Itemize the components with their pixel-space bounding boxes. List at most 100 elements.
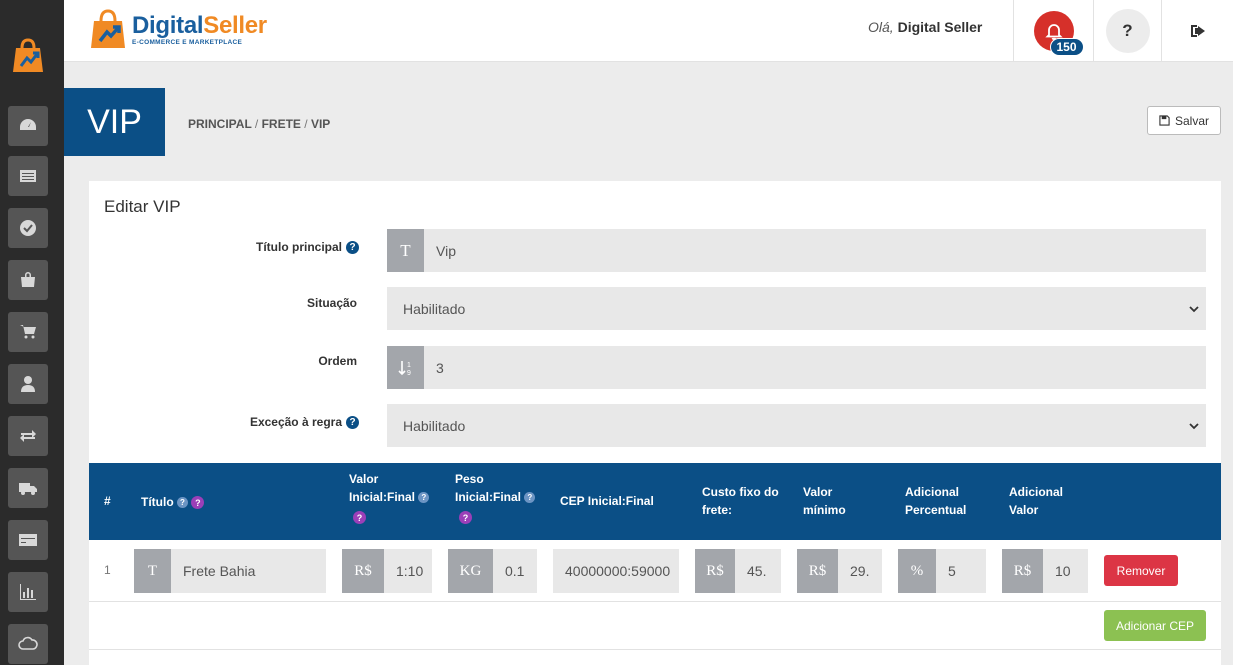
breadcrumb: PRINCIPAL / FRETE / VIP [188, 117, 330, 131]
greeting-prefix: Olá, [868, 19, 894, 35]
percentual-cell[interactable]: % 5 [898, 549, 986, 593]
col-valor-line2: Inicial:Final [349, 490, 416, 504]
custo-prefix: R$ [695, 549, 735, 593]
breadcrumb-item-principal[interactable]: PRINCIPAL [188, 117, 252, 131]
col-num: # [104, 494, 111, 508]
sidebar-item-check[interactable] [8, 208, 48, 248]
add-cep-button[interactable]: Adicionar CEP [1104, 610, 1206, 641]
user-name: Digital Seller [897, 19, 983, 35]
valor-cell[interactable]: R$ 1:10 [342, 549, 432, 593]
page-title: VIP [64, 88, 165, 156]
col-minimo-line2: mínimo [803, 503, 846, 517]
titulo-label-row: Título principal ? [89, 240, 359, 254]
help-icon[interactable]: ? [191, 496, 205, 510]
col-valor-line1: Valor [349, 472, 379, 486]
text-icon: T [387, 229, 424, 272]
brand-logo[interactable]: DigitalSeller E-COMMERCE E MARKETPLACE [88, 8, 267, 50]
percentual-value[interactable]: 5 [936, 563, 956, 579]
sidebar-item-card[interactable] [8, 520, 48, 560]
titulo-input[interactable]: Vip [424, 243, 456, 259]
peso-prefix: KG [448, 549, 493, 593]
brand-tagline: E-COMMERCE E MARKETPLACE [132, 39, 243, 46]
titulo-field[interactable]: T Vip [387, 229, 1206, 272]
sidebar [0, 0, 64, 665]
save-button[interactable]: Salvar [1147, 106, 1221, 135]
sidebar-item-dashboard[interactable] [8, 106, 48, 146]
panel-heading: Editar VIP [104, 197, 181, 216]
remove-button[interactable]: Remover [1104, 555, 1178, 586]
custo-value[interactable]: 45. [735, 563, 766, 579]
logout-icon[interactable] [1189, 22, 1207, 40]
cep-value[interactable]: 40000000:59000 [553, 563, 670, 579]
credit-card-icon [19, 534, 37, 546]
notifications-button[interactable]: 150 [1033, 11, 1084, 56]
logo-icon[interactable] [10, 36, 46, 76]
breadcrumb-separator: / [304, 117, 308, 131]
floppy-disk-icon [1159, 115, 1170, 126]
chevron-down-icon [1189, 422, 1199, 429]
excecao-select[interactable]: Habilitado [387, 404, 1206, 447]
ordem-input[interactable]: 3 [424, 360, 444, 376]
cart-icon [20, 325, 36, 339]
logout-cell [1161, 0, 1233, 62]
minimo-value[interactable]: 29. [838, 563, 869, 579]
adicional-cell[interactable]: R$ 10 [1002, 549, 1088, 593]
help-icon[interactable]: ? [346, 240, 359, 254]
divider [89, 649, 1221, 650]
col-custo-line1: Custo fixo do [702, 485, 779, 499]
sidebar-item-truck[interactable] [8, 468, 48, 508]
situacao-label-row: Situação [89, 296, 357, 310]
titulo-value[interactable]: Frete Bahia [171, 563, 255, 579]
top-header: DigitalSeller E-COMMERCE E MARKETPLACE O… [64, 0, 1233, 62]
peso-value[interactable]: 0.1 [493, 563, 524, 579]
minimo-cell[interactable]: R$ 29. [797, 549, 882, 593]
help-icon[interactable]: ? [346, 415, 359, 429]
greeting: Olá, Digital Seller [868, 19, 982, 35]
help-icon[interactable]: ? [353, 511, 366, 525]
percentual-prefix: % [898, 549, 936, 593]
sidebar-item-chart[interactable] [8, 572, 48, 612]
sidebar-item-list[interactable] [8, 156, 48, 196]
sidebar-item-exchange[interactable] [8, 416, 48, 456]
col-minimo: Valor mínimo [803, 483, 846, 519]
sidebar-item-user[interactable] [8, 364, 48, 404]
help-icon[interactable]: ? [459, 511, 472, 525]
sidebar-item-cart[interactable] [8, 312, 48, 352]
ordem-label: Ordem [318, 354, 357, 368]
situacao-label: Situação [306, 296, 357, 310]
help-icon[interactable]: ? [524, 492, 536, 504]
col-titulo-label: Título [141, 495, 174, 509]
truck-icon [19, 483, 37, 495]
custo-cell[interactable]: R$ 45. [695, 549, 781, 593]
titulo-cell[interactable]: T Frete Bahia [134, 549, 326, 593]
breadcrumb-item-vip: VIP [310, 117, 331, 131]
adicional-prefix: R$ [1002, 549, 1043, 593]
breadcrumb-item-frete[interactable]: FRETE [262, 117, 301, 131]
help-button[interactable]: ? [1105, 9, 1150, 53]
bar-chart-icon [20, 584, 36, 600]
valor-value[interactable]: 1:10 [384, 563, 423, 579]
user-icon [21, 376, 35, 392]
col-cep: CEP Inicial:Final [560, 494, 654, 508]
excecao-label: Exceção à regra [249, 415, 342, 429]
table-header: # Título ? ? Valor Inicial:Final ? ? Pes… [89, 463, 1221, 540]
cloud-icon [18, 636, 38, 650]
sidebar-item-cloud[interactable] [8, 624, 48, 664]
adicional-value[interactable]: 10 [1043, 563, 1071, 579]
excecao-value: Habilitado [403, 417, 466, 434]
valor-prefix: R$ [342, 549, 384, 593]
situacao-select[interactable]: Habilitado [387, 287, 1206, 330]
peso-cell[interactable]: KG 0.1 [448, 549, 537, 593]
col-adicional-line1: Adicional [1009, 485, 1064, 499]
col-valor: Valor Inicial:Final ? ? [349, 470, 430, 526]
table-row: 1 T Frete Bahia R$ 1:10 KG 0.1 40000000:… [89, 540, 1221, 602]
shopping-bag-icon [21, 272, 35, 287]
help-icon[interactable]: ? [177, 497, 188, 509]
ordem-field[interactable]: 19 3 [387, 346, 1206, 389]
help-cell: ? [1093, 0, 1161, 62]
col-peso-line1: Peso [455, 472, 484, 486]
sidebar-item-bag[interactable] [8, 260, 48, 300]
check-circle-icon [20, 220, 36, 236]
help-icon[interactable]: ? [418, 492, 430, 504]
cep-cell[interactable]: 40000000:59000 [553, 549, 679, 593]
